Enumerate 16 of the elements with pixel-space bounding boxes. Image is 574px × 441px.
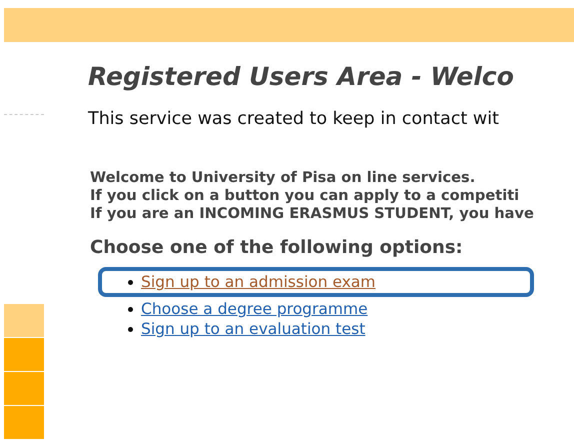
option-link[interactable]: Sign up to an evaluation test — [141, 320, 366, 338]
intro-text: This service was created to keep in contact wit — [88, 109, 500, 129]
bullet-icon — [128, 280, 133, 284]
sidebar-tab[interactable] — [4, 406, 44, 439]
option-link[interactable]: Sign up to an admission exam — [141, 273, 376, 291]
sidebar-tab[interactable] — [4, 304, 44, 337]
options-heading: Choose one of the following options: — [90, 237, 464, 258]
option-link[interactable]: Choose a degree programme — [141, 300, 368, 318]
bullet-icon — [128, 306, 133, 312]
welcome-text: If you click on a button you can apply to a competiti — [90, 187, 520, 205]
sidebar-tab[interactable] — [4, 372, 44, 405]
sidebar-tab[interactable] — [4, 338, 44, 371]
welcome-text: If you are an INCOMING ERASMUS STUDENT, you have — [90, 205, 534, 223]
welcome-text: Welcome to University of Pisa on line services. — [90, 169, 476, 187]
page-title: Registered Users Area - Welco — [88, 62, 515, 91]
bullet-icon — [128, 326, 133, 332]
